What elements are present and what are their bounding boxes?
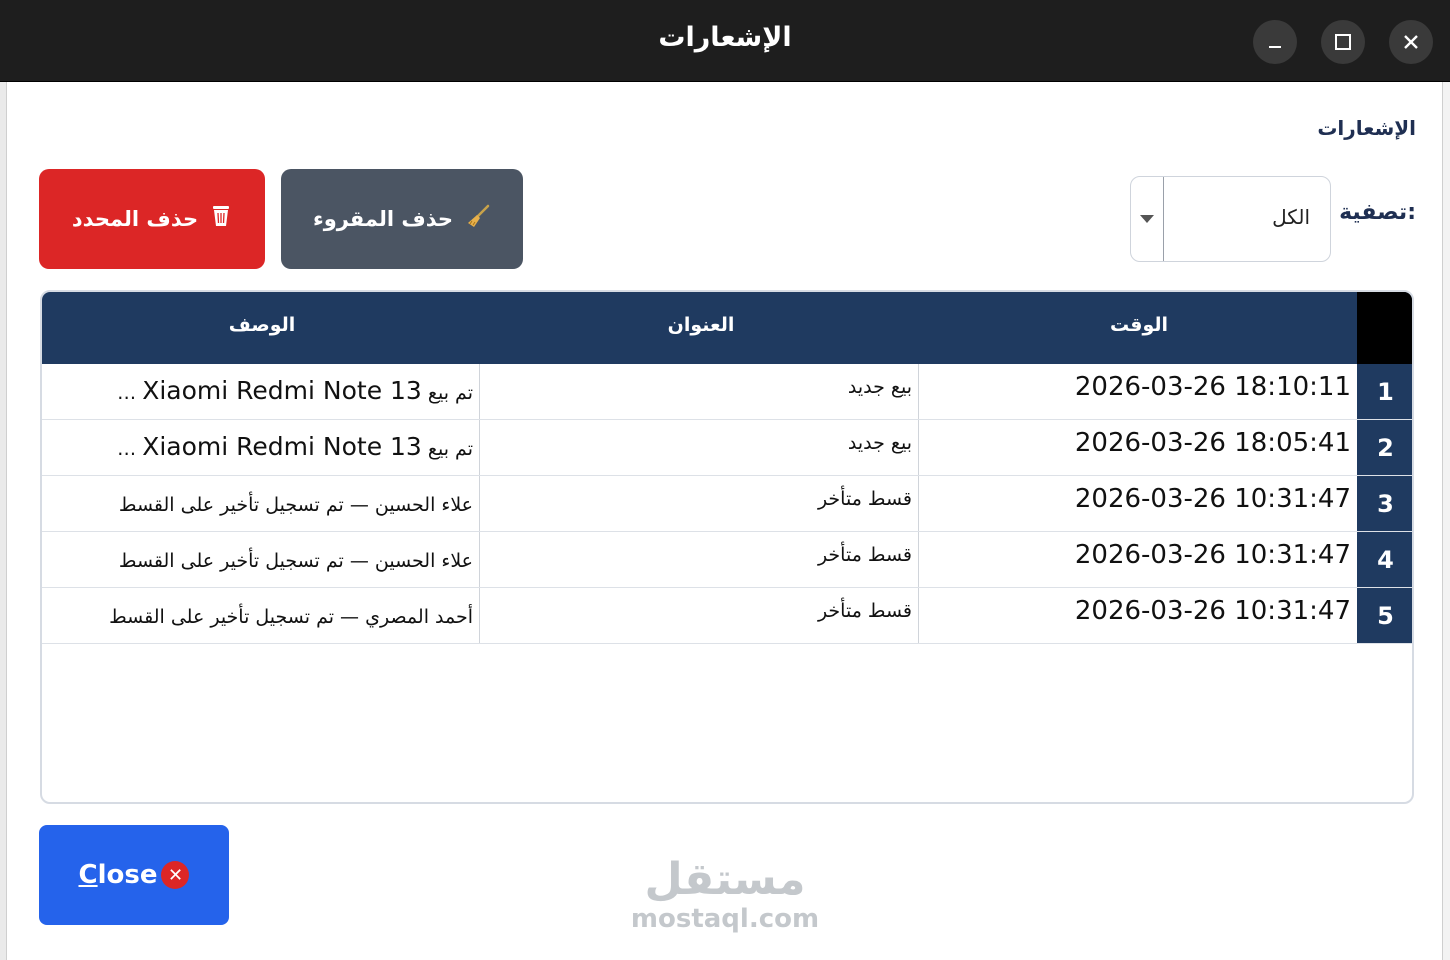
window-close-button[interactable] [1389, 20, 1433, 64]
cell-time: 2026-03-26 18:10:11 [1074, 372, 1351, 402]
filter-selected-value: الكل [1272, 205, 1310, 229]
row-number: 1 [1357, 364, 1412, 419]
cell-description: علاء الحسين — تم تسجيل تأخير على القسط [42, 476, 480, 531]
row-number: 4 [1357, 532, 1412, 587]
delete-read-button[interactable]: حذف المقروء [281, 169, 523, 269]
cell-description: أحمد المصري — تم تسجيل تأخير على القسط [42, 588, 480, 643]
cell-title: قسط متأخر [481, 476, 919, 531]
trash-icon [210, 204, 232, 234]
maximize-button[interactable] [1321, 20, 1365, 64]
table-row[interactable]: تم بيع Xiaomi Redmi Note 13 … بيع جديد 2… [42, 364, 1412, 420]
row-number: 2 [1357, 420, 1412, 475]
header-title[interactable]: العنوان [482, 314, 920, 336]
cell-time: 2026-03-26 10:31:47 [1074, 484, 1351, 514]
cell-title: بيع جديد [481, 420, 919, 475]
filter-label: تصفية: [1339, 200, 1416, 225]
maximize-icon [1335, 34, 1351, 50]
header-time[interactable]: الوقت [920, 314, 1358, 336]
close-circle-icon: ✕ [161, 861, 190, 889]
header-description[interactable]: الوصف [42, 314, 482, 336]
watermark-arabic: مستقل [644, 854, 806, 905]
delete-selected-label: حذف المحدد [71, 207, 199, 231]
chevron-down-icon [1140, 215, 1154, 223]
delete-read-label: حذف المقروء [312, 207, 454, 231]
cell-description: تم بيع Xiaomi Redmi Note 13 … [42, 364, 480, 419]
watermark-latin: mostaql.com [630, 904, 820, 934]
cell-time: 2026-03-26 10:31:47 [1074, 596, 1351, 626]
header-corner[interactable] [1357, 292, 1412, 364]
close-icon [1404, 35, 1418, 49]
table-row[interactable]: علاء الحسين — تم تسجيل تأخير على القسط ق… [42, 476, 1412, 532]
cell-time: 2026-03-26 10:31:47 [1074, 540, 1351, 570]
section-title: الإشعارات [1317, 116, 1416, 140]
filter-dropdown[interactable]: الكل [1130, 176, 1331, 262]
cell-title: قسط متأخر [481, 588, 919, 643]
background-strip-right [1443, 82, 1450, 960]
table-header: الوصف العنوان الوقت [42, 292, 1412, 364]
row-number: 3 [1357, 476, 1412, 531]
table-row[interactable]: علاء الحسين — تم تسجيل تأخير على القسط ق… [42, 532, 1412, 588]
cell-description: علاء الحسين — تم تسجيل تأخير على القسط [42, 532, 480, 587]
cell-description: تم بيع Xiaomi Redmi Note 13 … [42, 420, 480, 475]
row-number: 5 [1357, 588, 1412, 643]
table-row[interactable]: تم بيع Xiaomi Redmi Note 13 … بيع جديد 2… [42, 420, 1412, 476]
cell-time: 2026-03-26 18:05:41 [1074, 428, 1351, 458]
table-row[interactable]: أحمد المصري — تم تسجيل تأخير على القسط ق… [42, 588, 1412, 644]
broom-icon [465, 203, 491, 235]
notifications-table: الوصف العنوان الوقت تم بيع Xiaomi Redmi … [40, 290, 1414, 804]
minimize-icon [1269, 46, 1281, 48]
minimize-button[interactable] [1253, 20, 1297, 64]
cell-title: قسط متأخر [481, 532, 919, 587]
close-button[interactable]: Close ✕ [39, 825, 229, 925]
window-title: الإشعارات [658, 22, 792, 53]
dropdown-arrow[interactable] [1131, 177, 1164, 261]
title-bar: الإشعارات [0, 0, 1450, 82]
close-label: Close [78, 860, 158, 890]
cell-title: بيع جديد [481, 364, 919, 419]
watermark-logo: مستقل mostaql.com [610, 854, 840, 934]
delete-selected-button[interactable]: حذف المحدد [39, 169, 265, 269]
